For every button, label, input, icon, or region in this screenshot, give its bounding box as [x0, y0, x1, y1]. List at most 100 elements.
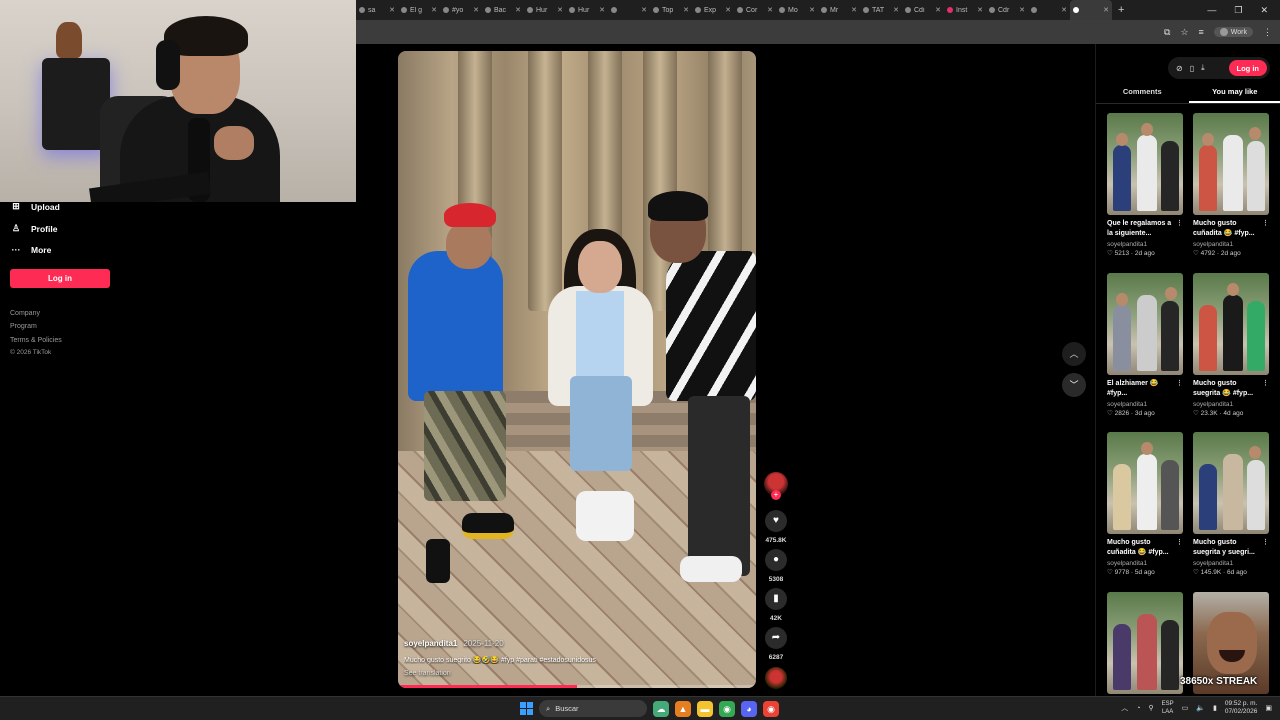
close-icon[interactable]: ✕	[473, 6, 479, 14]
previous-video-button[interactable]: ︿	[1062, 342, 1086, 366]
close-icon[interactable]: ✕	[767, 6, 773, 14]
browser-menu-icon[interactable]: ⋮	[1263, 27, 1272, 38]
more-options-icon[interactable]: ⋮	[1176, 379, 1183, 389]
browser-tab[interactable]: Inst ✕	[944, 0, 986, 20]
browser-tab[interactable]: sa ✕	[356, 0, 398, 20]
footer-link-company[interactable]: Company	[10, 310, 40, 317]
chrome-icon[interactable]: ◉	[719, 700, 735, 717]
more-options-icon[interactable]: ⋮	[1262, 379, 1269, 389]
sidebar-login-button[interactable]: Log in	[10, 269, 110, 288]
cast-icon[interactable]: ⧉	[1164, 27, 1170, 38]
tab-you-may-like[interactable]: You may like	[1188, 82, 1280, 103]
browser-tab[interactable]: #yo ✕	[440, 0, 482, 20]
close-icon[interactable]: ✕	[515, 6, 521, 14]
music-disc-icon[interactable]	[765, 667, 787, 689]
notification-icon[interactable]: ▣	[1265, 704, 1272, 712]
volume-icon[interactable]: 🔈	[1196, 704, 1205, 712]
browser-tab[interactable]: Mo ✕	[776, 0, 818, 20]
maximize-icon[interactable]: ❐	[1234, 5, 1242, 16]
browser-tab[interactable]: Cdi ✕	[902, 0, 944, 20]
browser-tab[interactable]: Hur ✕	[566, 0, 608, 20]
recommended-video-card[interactable]	[1107, 592, 1183, 694]
profile-button[interactable]: Work	[1213, 27, 1253, 37]
video-author-name[interactable]: soyelpandita1	[404, 639, 457, 648]
close-icon[interactable]: ✕	[1103, 6, 1109, 14]
login-button[interactable]: Log in	[1228, 60, 1267, 76]
taskbar-search[interactable]: ⌕ Buscar	[539, 700, 647, 717]
follow-plus-icon[interactable]: +	[771, 490, 781, 500]
close-icon[interactable]: ✕	[1019, 6, 1025, 14]
like-button[interactable]: ♥	[765, 510, 787, 532]
usb-icon[interactable]: ⚲	[1148, 704, 1153, 712]
folder-icon[interactable]: ▬	[697, 700, 713, 717]
minimize-icon[interactable]: —	[1207, 5, 1216, 16]
download-icon[interactable]: ⤓	[1201, 63, 1205, 73]
recommended-video-card[interactable]: Mucho gusto cuñadita 😂 #fyp... ⋮ soyelpan…	[1107, 432, 1183, 576]
tab-comments[interactable]: Comments	[1096, 82, 1189, 103]
close-icon[interactable]: ✕	[557, 6, 563, 14]
browser-tab[interactable]: Cor ✕	[734, 0, 776, 20]
close-window-icon[interactable]: ✕	[1260, 5, 1268, 16]
close-icon[interactable]: ✕	[893, 6, 899, 14]
recommended-video-card[interactable]: Mucho gusto cuñadita 😂 #fyp... ⋮ soyelpan…	[1193, 113, 1269, 257]
footer-link-program[interactable]: Program	[10, 323, 37, 330]
video-player[interactable]: soyelpandita1 2025-11-20 Mucho gusto sueg…	[398, 51, 756, 688]
video-progress-bar[interactable]	[398, 685, 756, 688]
bookmark-star-icon[interactable]: ☆	[1180, 27, 1188, 38]
see-translation-link[interactable]: See translation	[404, 670, 451, 677]
recommended-video-card[interactable]: Mucho gusto suegrita 😂 #fyp... ⋮ soyelpan…	[1193, 273, 1269, 417]
recommended-video-card[interactable]: El alzhiamer 😂 #fyp... ⋮ soyelpandita1 ♡ …	[1107, 273, 1183, 417]
browser-tab[interactable]: Hur ✕	[524, 0, 566, 20]
comment-button[interactable]: ●	[765, 549, 787, 571]
browser-tab[interactable]: Exp ✕	[692, 0, 734, 20]
close-icon[interactable]: ✕	[599, 6, 605, 14]
app-icon[interactable]: ▲	[675, 700, 691, 717]
more-options-icon[interactable]: ⋮	[1262, 219, 1269, 229]
browser-tab[interactable]: Cdr ✕	[986, 0, 1028, 20]
windows-start-icon[interactable]	[520, 702, 533, 715]
close-icon[interactable]: ✕	[431, 6, 437, 14]
browser-tab[interactable]: ✕	[1028, 0, 1070, 20]
display-icon[interactable]: ▭	[1182, 704, 1189, 712]
browser-tab[interactable]: El g ✕	[398, 0, 440, 20]
video-author[interactable]: soyelpandita1 2025-11-20	[404, 639, 504, 648]
sidebar-item-upload[interactable]: ⊞ Upload	[10, 201, 60, 212]
browser-tab[interactable]: Top ✕	[650, 0, 692, 20]
footer-link-terms[interactable]: Terms & Policies	[10, 337, 62, 344]
chrome-profile-icon[interactable]: ◉	[763, 700, 779, 717]
close-icon[interactable]: ✕	[389, 6, 395, 14]
compass-icon[interactable]: ⊘	[1176, 64, 1183, 73]
recommended-video-card[interactable]: Que le regalamos a la siguiente... ⋮ soye…	[1107, 113, 1183, 257]
browser-tab-active[interactable]: ✕	[1070, 0, 1112, 20]
browser-tab[interactable]: ✕	[608, 0, 650, 20]
phone-icon[interactable]: ▯	[1190, 64, 1194, 73]
next-video-button[interactable]: ﹀	[1062, 373, 1086, 397]
more-options-icon[interactable]: ⋮	[1176, 219, 1183, 229]
sidebar-item-profile[interactable]: ♙ Profile	[10, 223, 58, 234]
close-icon[interactable]: ✕	[851, 6, 857, 14]
recommended-video-card[interactable]: Mucho gusto suegrita y suegri... ⋮ soyelp…	[1193, 432, 1269, 576]
sidebar-item-more[interactable]: ··· More	[10, 245, 52, 255]
browser-tab[interactable]: TAT ✕	[860, 0, 902, 20]
close-icon[interactable]: ✕	[683, 6, 689, 14]
close-icon[interactable]: ✕	[1061, 6, 1067, 14]
language-indicator[interactable]: ESP LAA	[1162, 700, 1174, 716]
battery-icon[interactable]: ▮	[1213, 704, 1217, 712]
chevron-up-icon[interactable]: ︿	[1121, 703, 1128, 713]
widgets-icon[interactable]: ☁	[653, 700, 669, 717]
browser-tab[interactable]: Mr ✕	[818, 0, 860, 20]
close-icon[interactable]: ✕	[725, 6, 731, 14]
clock[interactable]: 09:52 p. m. 07/02/2026	[1225, 700, 1258, 716]
more-options-icon[interactable]: ⋮	[1262, 538, 1269, 548]
close-icon[interactable]: ✕	[641, 6, 647, 14]
save-button[interactable]: ▮	[765, 588, 787, 610]
more-options-icon[interactable]: ⋮	[1176, 538, 1183, 548]
browser-tab[interactable]: Bac ✕	[482, 0, 524, 20]
close-icon[interactable]: ✕	[809, 6, 815, 14]
new-tab-button[interactable]: +	[1118, 4, 1124, 16]
share-button[interactable]: ➦	[765, 627, 787, 649]
extensions-icon[interactable]: ≡	[1199, 27, 1204, 37]
close-icon[interactable]: ✕	[935, 6, 941, 14]
close-icon[interactable]: ✕	[977, 6, 983, 14]
network-icon[interactable]: ◔	[1136, 705, 1140, 712]
